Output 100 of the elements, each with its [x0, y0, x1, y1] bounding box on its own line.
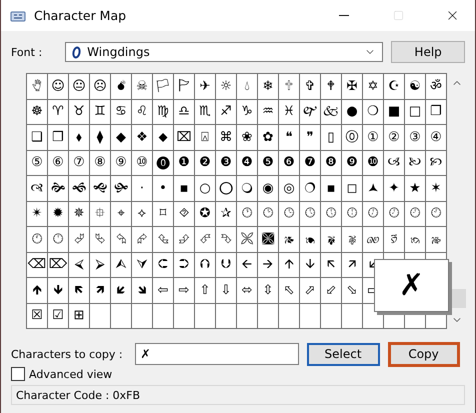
character-cell[interactable]: ☠: [132, 74, 152, 98]
character-cell[interactable]: ⯐: [90, 202, 110, 226]
character-cell[interactable]: □: [405, 100, 425, 124]
character-cell[interactable]: 🔾: [237, 176, 257, 200]
character-cell[interactable]: ⮛: [132, 252, 152, 277]
character-cell[interactable]: 🕒: [279, 202, 299, 226]
character-cell[interactable]: 🙒: [405, 227, 425, 252]
character-cell[interactable]: 🏳: [153, 74, 173, 98]
character-cell[interactable]: ◻: [342, 176, 362, 200]
character-cell[interactable]: ⑥: [48, 150, 68, 175]
character-cell[interactable]: ❑: [27, 125, 47, 150]
character-cell[interactable]: ●: [342, 100, 362, 124]
character-cell[interactable]: ①: [363, 125, 383, 150]
character-cell[interactable]: ❖: [132, 125, 152, 150]
character-cell[interactable]: ❝: [279, 125, 299, 150]
character-cell[interactable]: ✹: [48, 202, 68, 226]
character-cell[interactable]: 🡪: [258, 252, 278, 277]
character-cell[interactable]: ⑦: [69, 150, 89, 175]
character-cell[interactable]: ☼: [216, 74, 236, 98]
character-cell[interactable]: ❸: [216, 150, 236, 175]
character-cell[interactable]: ♊: [90, 100, 110, 124]
character-cell[interactable]: 💣: [111, 74, 131, 98]
character-cell[interactable]: 🕚: [27, 227, 47, 252]
character-cell[interactable]: ✿: [258, 125, 278, 150]
character-cell[interactable]: ⮊: [174, 252, 194, 277]
character-cell[interactable]: ⮰: [69, 227, 89, 252]
character-cell[interactable]: ♑: [237, 100, 257, 124]
character-cell[interactable]: ⮵: [174, 227, 194, 252]
character-cell[interactable]: ♌: [132, 100, 152, 124]
character-cell[interactable]: ·: [132, 176, 152, 200]
character-cell[interactable]: ⬀: [300, 278, 320, 302]
character-cell[interactable]: ✞: [300, 74, 320, 98]
character-cell[interactable]: ⬧: [69, 125, 89, 150]
character-cell[interactable]: 🕆: [279, 74, 299, 98]
character-cell[interactable]: ♋: [111, 100, 131, 124]
character-cell[interactable]: ☹: [90, 74, 110, 98]
character-cell[interactable]: ♓: [279, 100, 299, 124]
character-cell[interactable]: ✈: [195, 74, 215, 98]
character-cell[interactable]: 🙕: [279, 227, 299, 252]
character-cell[interactable]: 🕗: [384, 202, 404, 226]
character-cell[interactable]: ④: [426, 125, 446, 150]
character-cell[interactable]: 🕐: [237, 202, 257, 226]
character-cell[interactable]: ⌖: [111, 202, 131, 226]
character-cell[interactable]: ③: [405, 125, 425, 150]
character-cell[interactable]: 🡭: [342, 252, 362, 277]
character-cell[interactable]: ⌑: [153, 202, 173, 226]
character-cell[interactable]: 🙓: [426, 227, 446, 252]
character-cell[interactable]: 🡾: [132, 278, 152, 302]
character-cell[interactable]: ✵: [69, 202, 89, 226]
character-cell[interactable]: ☒: [27, 304, 47, 328]
character-cell[interactable]: ⮈: [153, 252, 173, 277]
character-cell[interactable]: ⬂: [342, 278, 362, 302]
character-cell[interactable]: 🕑: [258, 202, 278, 226]
character-cell[interactable]: ⮲: [111, 227, 131, 252]
character-cell[interactable]: ✰: [216, 202, 236, 226]
help-button[interactable]: Help: [391, 41, 465, 63]
character-cell[interactable]: 🟂: [363, 176, 383, 200]
character-cell[interactable]: ॐ: [426, 74, 446, 98]
character-cell[interactable]: ⓿: [153, 150, 173, 175]
character-cell[interactable]: 🡼: [69, 278, 89, 302]
character-cell[interactable]: ⇩: [216, 278, 236, 302]
character-cell[interactable]: ⭕: [216, 176, 236, 200]
character-cell[interactable]: ❒: [48, 125, 68, 150]
character-cell[interactable]: ⌦: [48, 252, 68, 277]
character-cell[interactable]: ⇧: [195, 278, 215, 302]
character-cell[interactable]: ☯: [405, 74, 425, 98]
character-cell[interactable]: ⑨: [111, 150, 131, 175]
character-cell[interactable]: 🙜: [69, 176, 89, 200]
character-cell[interactable]: 🡬: [321, 252, 341, 277]
character-cell[interactable]: 🕛: [48, 227, 68, 252]
character-cell[interactable]: 🕔: [321, 202, 341, 226]
character-cell[interactable]: 🙣: [27, 176, 47, 200]
character-cell[interactable]: ⑤: [27, 150, 47, 175]
character-cell[interactable]: ✦: [384, 176, 404, 200]
character-cell[interactable]: ⌫: [27, 252, 47, 277]
character-cell[interactable]: ⮉: [195, 252, 215, 277]
character-cell[interactable]: 🕘: [405, 202, 425, 226]
character-cell[interactable]: ⌧: [174, 125, 194, 150]
character-cell[interactable]: 🔿: [300, 176, 320, 200]
character-cell[interactable]: 🙰: [300, 100, 320, 124]
character-cell[interactable]: ⮙: [111, 252, 131, 277]
character-cell[interactable]: ❍: [363, 100, 383, 124]
character-cell[interactable]: ⮷: [216, 227, 236, 252]
action-button[interactable]: Select: [306, 342, 380, 366]
character-cell[interactable]: ⬁: [279, 278, 299, 302]
character-cell[interactable]: ♏: [195, 100, 215, 124]
character-cell[interactable]: ❶: [174, 150, 194, 175]
character-cell[interactable]: 🙐: [363, 227, 383, 252]
character-cell[interactable]: 🙪: [237, 227, 257, 252]
character-cell[interactable]: ⬥: [153, 125, 173, 150]
character-cell[interactable]: ❿: [363, 150, 383, 175]
character-cell[interactable]: 🙢: [384, 150, 404, 175]
character-cell[interactable]: 🙫: [258, 227, 278, 252]
character-cell[interactable]: 🡿: [111, 278, 131, 302]
character-cell[interactable]: ▪: [321, 176, 341, 200]
character-cell[interactable]: 🏱: [174, 74, 194, 98]
character-cell[interactable]: ■: [384, 100, 404, 124]
character-cell[interactable]: ②: [384, 125, 404, 150]
character-cell[interactable]: 🖐: [27, 74, 47, 98]
character-cell[interactable]: ◎: [279, 176, 299, 200]
